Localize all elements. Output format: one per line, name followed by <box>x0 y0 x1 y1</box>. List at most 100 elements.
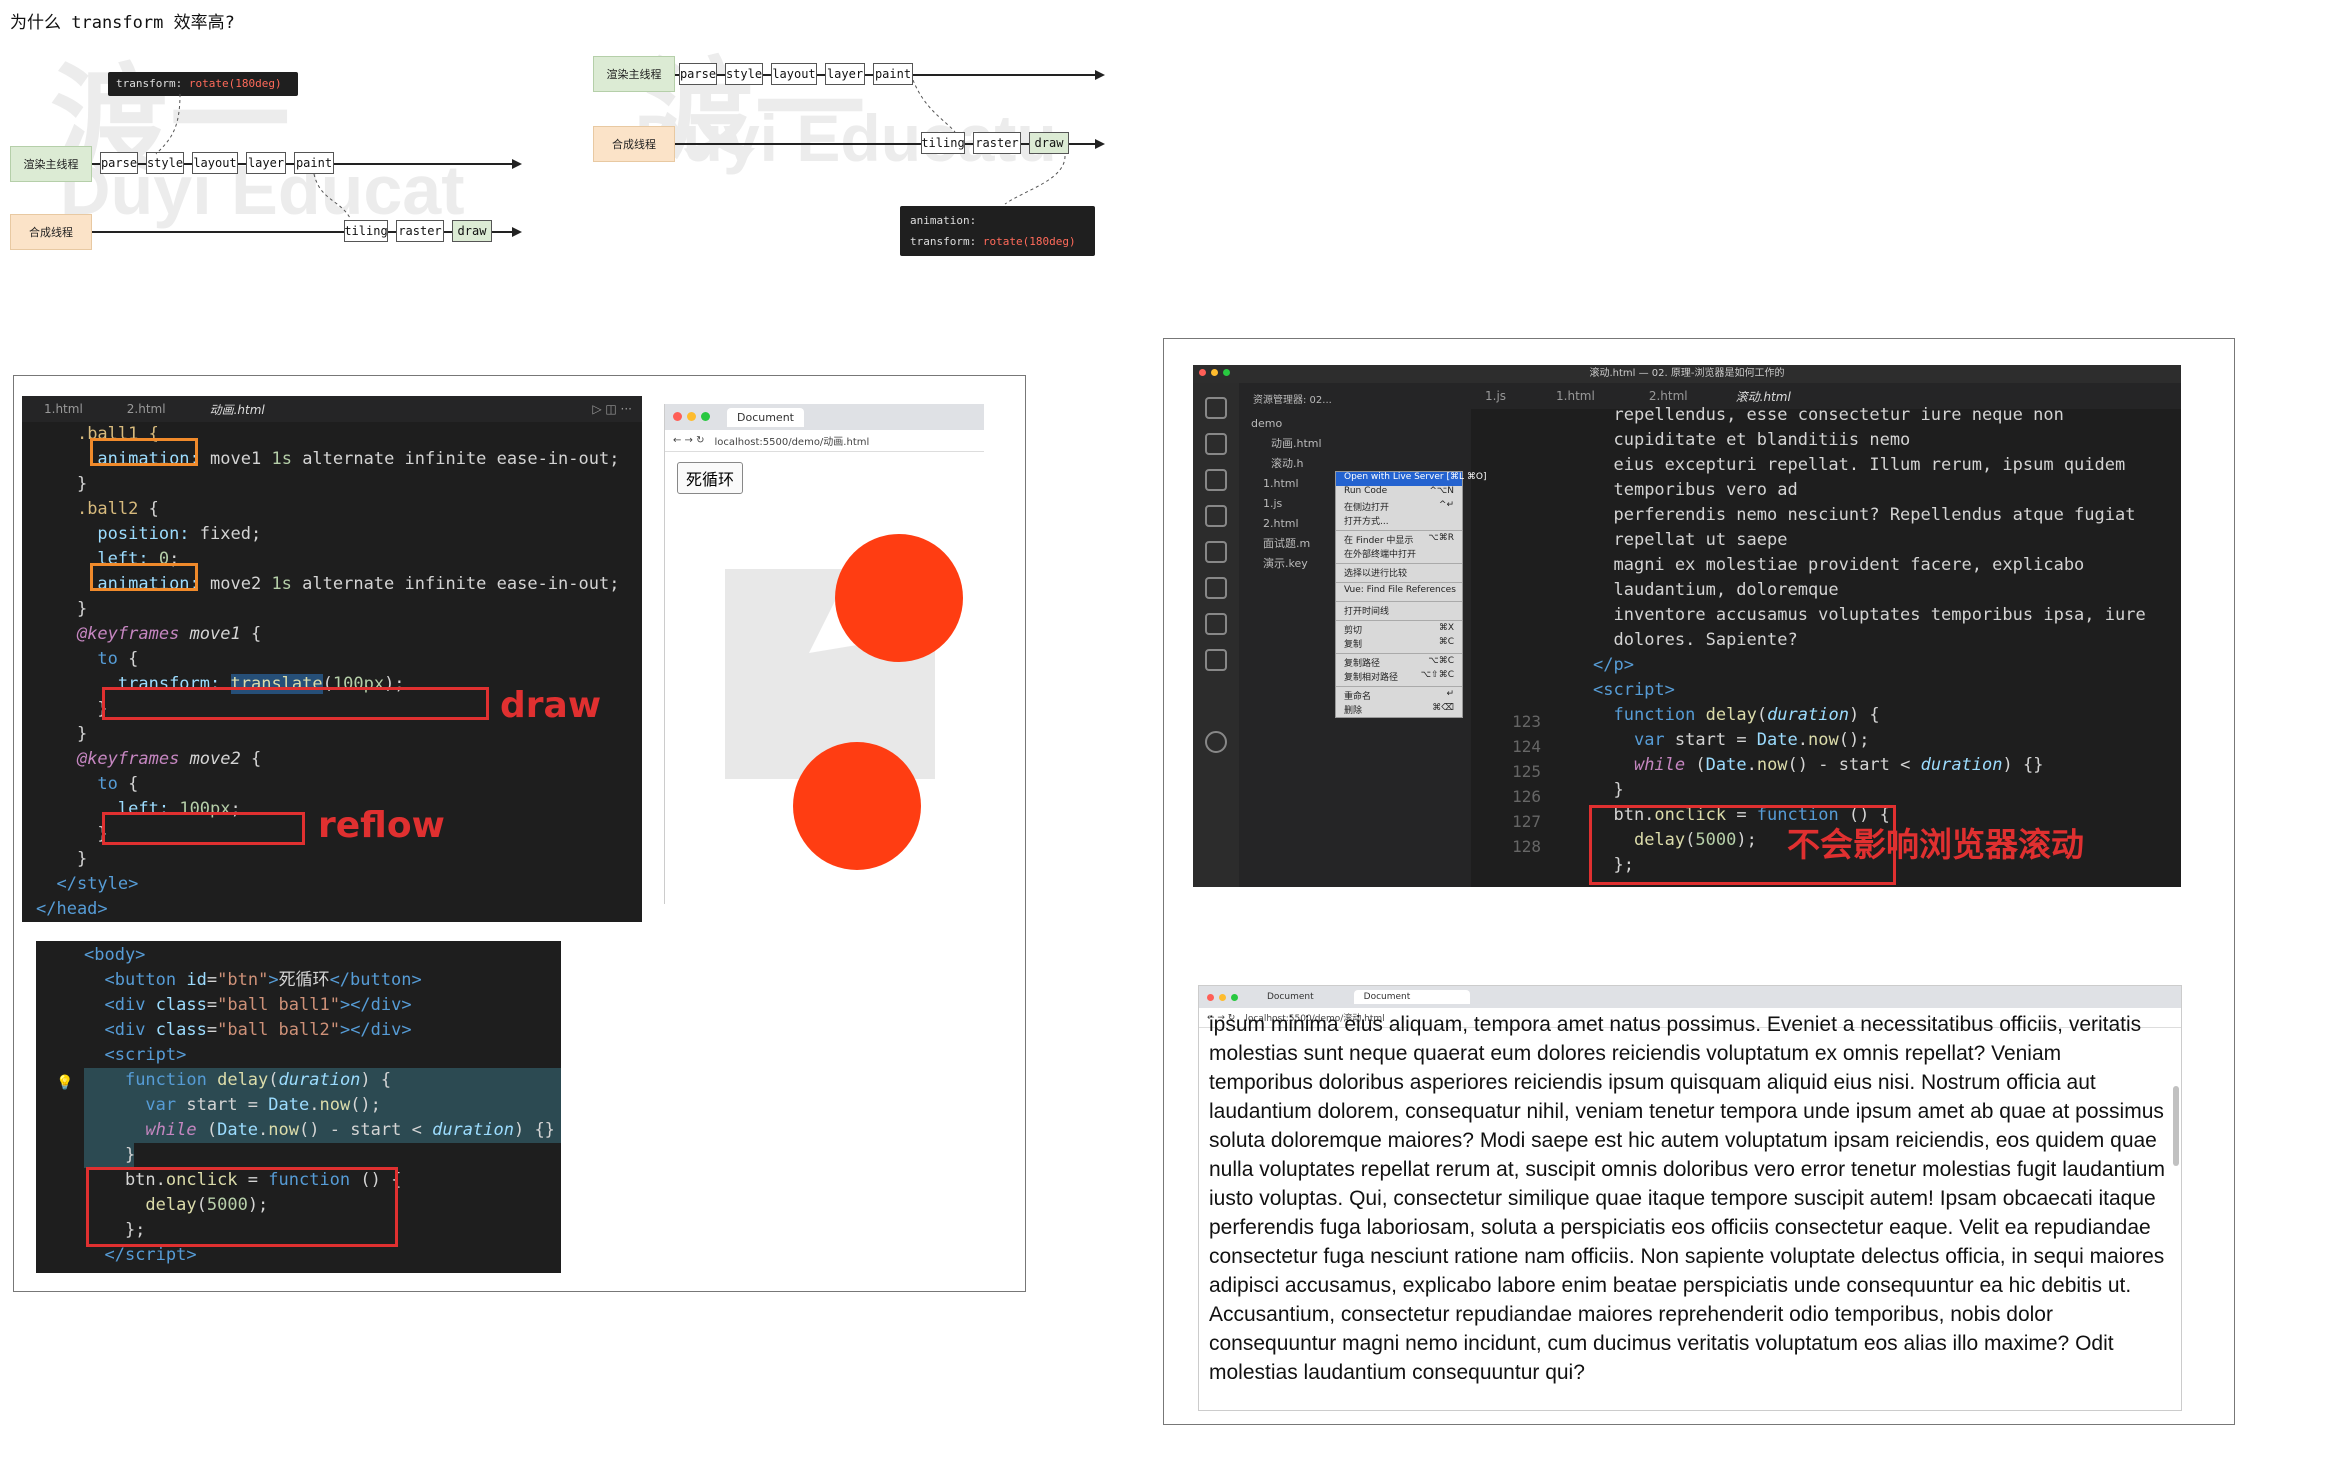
context-menu-item[interactable]: 打开方式... <box>1336 514 1462 528</box>
context-menu-item[interactable]: 复制相对路径 ⌥⇧⌘C <box>1336 670 1462 684</box>
menu-item-label: Open with Live Server [⌘L ⌘O] <box>1344 472 1487 482</box>
render-lane-2: 渲染主线程 <box>593 56 675 92</box>
code-editor-1: 1.html 2.html 动画.html ▷ ◫ ··· .ball1 { a… <box>22 396 642 922</box>
tab-animation-html[interactable]: 动画.html <box>188 401 287 418</box>
compose-lane-2: 合成线程 <box>593 126 675 162</box>
menu-item-shortcut: ⌥⇧⌘C <box>1420 670 1454 680</box>
flow-curves <box>155 93 351 219</box>
tab-2html[interactable]: 2.html <box>105 402 188 416</box>
browser2-tab-2[interactable]: Document <box>1353 990 1471 1004</box>
vscode-titlebar: 滚动.html — 02. 原理-浏览器是如何工作的 <box>1193 365 2181 383</box>
context-menu-item[interactable]: 复制 ⌘C <box>1336 637 1462 651</box>
explorer-title: 资源管理器: 02... <box>1253 395 1332 406</box>
menu-item-label: 剪切 <box>1344 626 1363 636</box>
context-menu-item[interactable]: Vue: Find File References <box>1336 585 1462 599</box>
source-control-icon[interactable] <box>1205 469 1227 491</box>
menu-separator <box>1336 620 1462 621</box>
browser-window-1: Document ← → ↻ localhost:5500/demo/动画.htm… <box>664 404 984 904</box>
step-parse: parse <box>100 152 138 174</box>
browser1-tabbar: Document <box>665 404 984 430</box>
menu-item-shortcut: ⌘⌫ <box>1432 703 1454 713</box>
code-text-line: repellendus, esse consectetur iure neque… <box>1613 405 2064 425</box>
tab-2html-3[interactable]: 2.html <box>1631 389 1706 403</box>
scroll-text: ipsum minima eius aliquam, tempora amet … <box>1209 1013 2165 1384</box>
infinite-loop-button[interactable]: 死循环 <box>677 462 744 494</box>
highlight-animation-1 <box>90 438 198 466</box>
menu-item-shortcut: ^⌥N <box>1429 486 1454 496</box>
lightbulb-icon[interactable]: 💡 <box>56 1071 73 1096</box>
tooltip-value: rotate(180deg) <box>188 77 282 90</box>
account-icon[interactable] <box>1205 731 1227 753</box>
menu-separator <box>1336 601 1462 602</box>
compose-lane: 合成线程 <box>10 214 92 250</box>
menu-separator <box>1336 653 1462 654</box>
folder-icon[interactable] <box>1205 613 1227 635</box>
tooltip-line1: animation: <box>910 214 977 227</box>
tab-scroll-html[interactable]: 滚动.html <box>1706 388 1821 405</box>
context-menu-item[interactable]: Open with Live Server [⌘L ⌘O] <box>1336 472 1486 486</box>
explorer-icon[interactable] <box>1205 397 1227 419</box>
context-menu-item[interactable]: 复制路径 ⌥⌘C <box>1336 656 1462 670</box>
menu-item-label: 复制 <box>1344 640 1363 650</box>
debug-icon[interactable] <box>1205 505 1227 527</box>
browser-window-2: Document Document ← → ↻ localhost:5500/de… <box>1198 985 2182 1411</box>
menu-item-label: Vue: Find File References <box>1344 585 1456 595</box>
right-demo-panel: 滚动.html — 02. 原理-浏览器是如何工作的 资源管理器: 02... … <box>1163 338 2235 1425</box>
browser1-url: localhost:5500/demo/动画.html <box>714 437 870 448</box>
render-lane: 渲染主线程 <box>10 146 92 182</box>
context-menu-item[interactable]: Run Code ^⌥N <box>1336 486 1462 500</box>
highlight-onclick <box>86 1167 398 1247</box>
context-menu-item[interactable]: 在侧边打开 ^↵ <box>1336 500 1462 514</box>
menu-separator <box>1336 530 1462 531</box>
menu-separator <box>1336 686 1462 687</box>
menu-item-shortcut: ⌘C <box>1438 637 1454 647</box>
code-text-line: magni ex molestiae provident facere, exp… <box>1613 555 2085 575</box>
tooltip-line2: transform: rotate(180deg) <box>910 231 1085 252</box>
watermark-cn-2: 渡一 <box>645 49 865 172</box>
tree-item-demo[interactable]: demo <box>1251 414 1471 434</box>
run-icon[interactable]: ▷ ◫ ··· <box>582 402 642 416</box>
context-menu-item[interactable]: 重命名 ↵ <box>1336 689 1462 703</box>
compose-arrowhead <box>512 227 522 237</box>
browser1-tab[interactable]: Document <box>727 407 804 427</box>
menu-item-label: 复制路径 <box>1344 659 1381 669</box>
browser2-tab-1[interactable]: Document <box>1257 990 1354 1004</box>
context-menu-item[interactable]: 删除 ⌘⌫ <box>1336 703 1462 717</box>
highlight-left <box>102 812 305 845</box>
pipeline-diagram-2: 渡一 Duyi Educatu 渲染主线程 合成线程 parse style l… <box>585 40 1115 270</box>
remote-icon[interactable] <box>1205 577 1227 599</box>
step-draw: draw <box>452 220 492 242</box>
code-text-line: dolores. Sapiente? <box>1613 630 1798 650</box>
line-number: 123 <box>1512 712 1541 731</box>
code-text-line: repellat ut saepe <box>1613 530 1788 550</box>
animation-tooltip: animation: transform: rotate(180deg) <box>900 206 1095 256</box>
menu-item-label: 在侧边打开 <box>1344 503 1390 513</box>
tooltip-key: transform: <box>116 77 183 90</box>
context-menu-item[interactable]: 打开时间线 <box>1336 604 1462 618</box>
tab-1js[interactable]: 1.js <box>1471 389 1520 403</box>
tab-1html[interactable]: 1.html <box>22 402 105 416</box>
search-icon[interactable] <box>1205 433 1227 455</box>
extensions-icon[interactable] <box>1205 541 1227 563</box>
scrollbar-thumb[interactable] <box>2173 1086 2179 1166</box>
code-text-line: perferendis nemo nesciunt? Repellendus a… <box>1613 505 2136 525</box>
highlight-transform <box>102 687 489 720</box>
context-menu-item[interactable]: 在外部终端中打开 <box>1336 547 1462 561</box>
menu-item-label: 在外部终端中打开 <box>1344 550 1417 560</box>
code-editor-2: <body> <button id="btn">死循环</button> <di… <box>36 941 561 1273</box>
context-menu: Open with Live Server [⌘L ⌘O] Run Code ^⌥N… <box>1335 471 1486 718</box>
menu-separator <box>1336 582 1462 583</box>
context-menu-item[interactable]: 剪切 ⌘X <box>1336 623 1462 637</box>
left-demo-panel: 1.html 2.html 动画.html ▷ ◫ ··· .ball1 { a… <box>13 375 1026 1292</box>
context-menu-item[interactable]: 选择以进行比较 <box>1336 566 1462 580</box>
tree-item-animation[interactable]: 动画.html <box>1251 434 1471 454</box>
ball1 <box>835 534 963 662</box>
bookmark-icon[interactable] <box>1205 649 1227 671</box>
tab-1html-3[interactable]: 1.html <box>1520 389 1631 403</box>
line-number: 125 <box>1512 762 1541 781</box>
context-menu-item[interactable]: 在 Finder 中显示 ⌥⌘R <box>1336 533 1462 547</box>
code-text-line: eius excepturi repellat. Illum rerum, ip… <box>1613 455 2126 475</box>
compose-arrowhead-2 <box>1095 139 1105 149</box>
menu-item-label: 删除 <box>1344 706 1363 716</box>
browser1-urlbar[interactable]: ← → ↻ localhost:5500/demo/动画.html <box>665 430 984 452</box>
